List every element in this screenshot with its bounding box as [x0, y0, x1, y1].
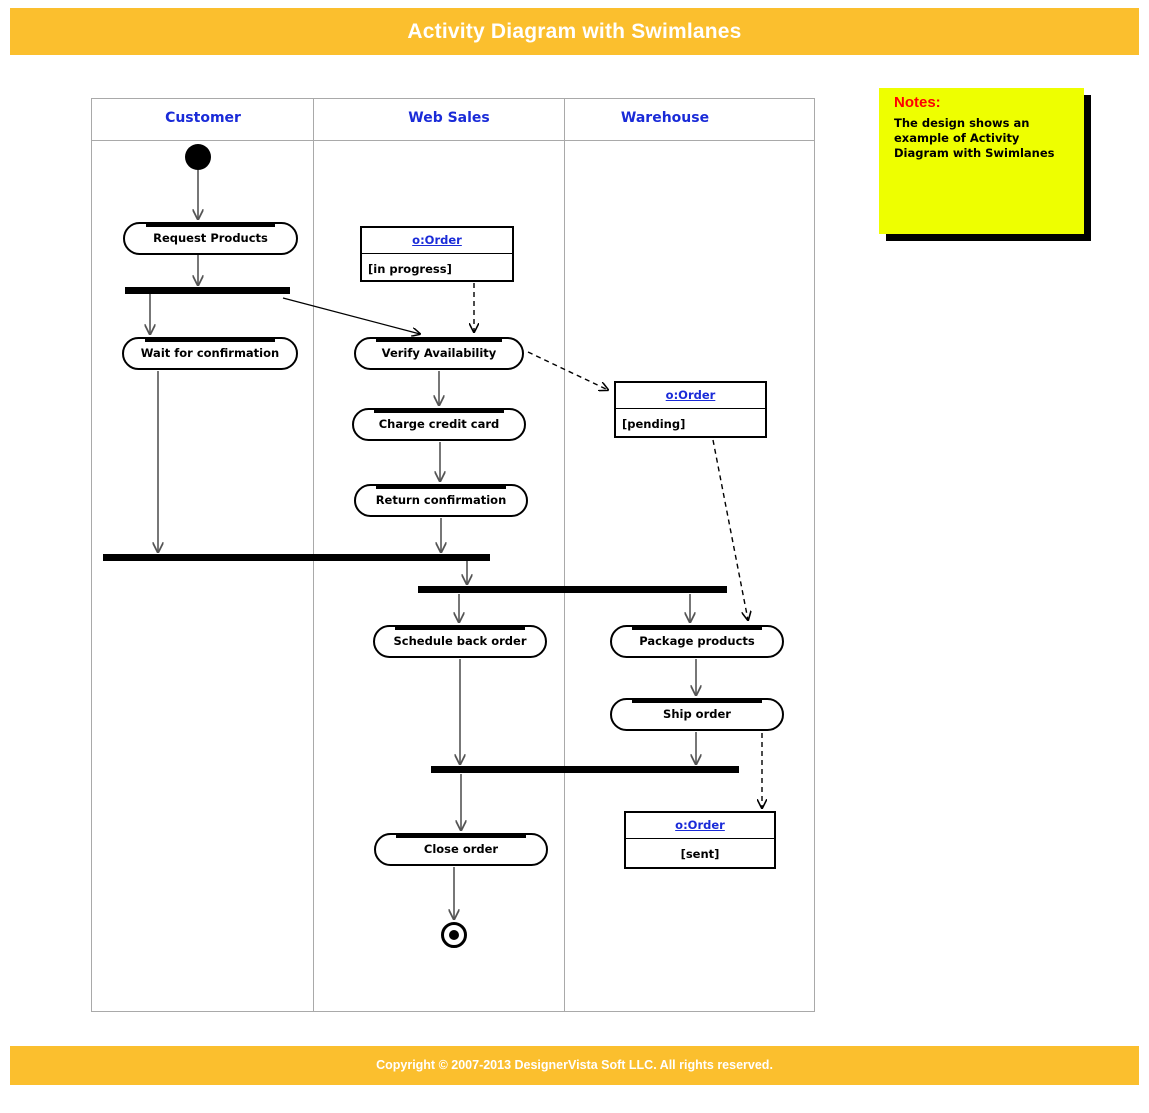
object-node-order-sent[interactable]: o:Order [sent]	[624, 811, 776, 869]
footer-bar: Copyright © 2007-2013 DesignerVista Soft…	[10, 1046, 1139, 1085]
activity-request-products[interactable]: Request Products	[123, 222, 298, 255]
activity-cap	[375, 337, 503, 342]
activity-package-products[interactable]: Package products	[610, 625, 784, 658]
activity-verify-availability[interactable]: Verify Availability	[354, 337, 524, 370]
objflow-verify-to-pending	[527, 351, 608, 390]
object-node-order-in-progress[interactable]: o:Order [in progress]	[360, 226, 514, 282]
join-bar-2	[431, 766, 739, 773]
activity-label: Schedule back order	[393, 634, 527, 648]
object-node-state: [sent]	[680, 847, 720, 861]
activity-label: Request Products	[153, 231, 268, 245]
activity-label: Ship order	[663, 707, 731, 721]
activity-cap	[376, 484, 506, 489]
flow-fork1-to-verify	[282, 297, 420, 334]
object-node-state: [pending]	[622, 417, 686, 431]
object-node-state: [in progress]	[368, 262, 452, 276]
initial-node	[185, 144, 211, 170]
activity-schedule-back-order[interactable]: Schedule back order	[373, 625, 547, 658]
activity-label: Return confirmation	[375, 493, 507, 507]
activity-cap	[145, 222, 276, 227]
objflow-pending-to-package	[712, 439, 748, 620]
activity-cap	[395, 625, 525, 630]
activity-label: Wait for confirmation	[140, 346, 280, 360]
activity-ship-order[interactable]: Ship order	[610, 698, 784, 731]
activity-cap	[632, 698, 762, 703]
activity-label: Close order	[423, 842, 499, 856]
activity-close-order[interactable]: Close order	[374, 833, 548, 866]
join-bar-1	[103, 554, 490, 561]
activity-cap	[632, 625, 762, 630]
object-node-title: o:Order	[626, 813, 774, 839]
activity-label: Charge credit card	[378, 417, 500, 431]
object-node-title: o:Order	[616, 383, 765, 409]
copyright-text: Copyright © 2007-2013 DesignerVista Soft…	[376, 1058, 773, 1072]
fork-bar-1	[125, 287, 290, 294]
fork-bar-2	[418, 586, 727, 593]
activity-label: Package products	[639, 634, 755, 648]
activity-charge-credit-card[interactable]: Charge credit card	[352, 408, 526, 441]
final-node	[441, 922, 467, 948]
activity-cap	[144, 337, 276, 342]
activity-cap	[396, 833, 526, 838]
activity-label: Verify Availability	[381, 346, 497, 360]
activity-cap	[374, 408, 504, 413]
object-node-order-pending[interactable]: o:Order [pending]	[614, 381, 767, 438]
object-node-title: o:Order	[362, 228, 512, 254]
activity-wait-for-confirmation[interactable]: Wait for confirmation	[122, 337, 298, 370]
activity-return-confirmation[interactable]: Return confirmation	[354, 484, 528, 517]
